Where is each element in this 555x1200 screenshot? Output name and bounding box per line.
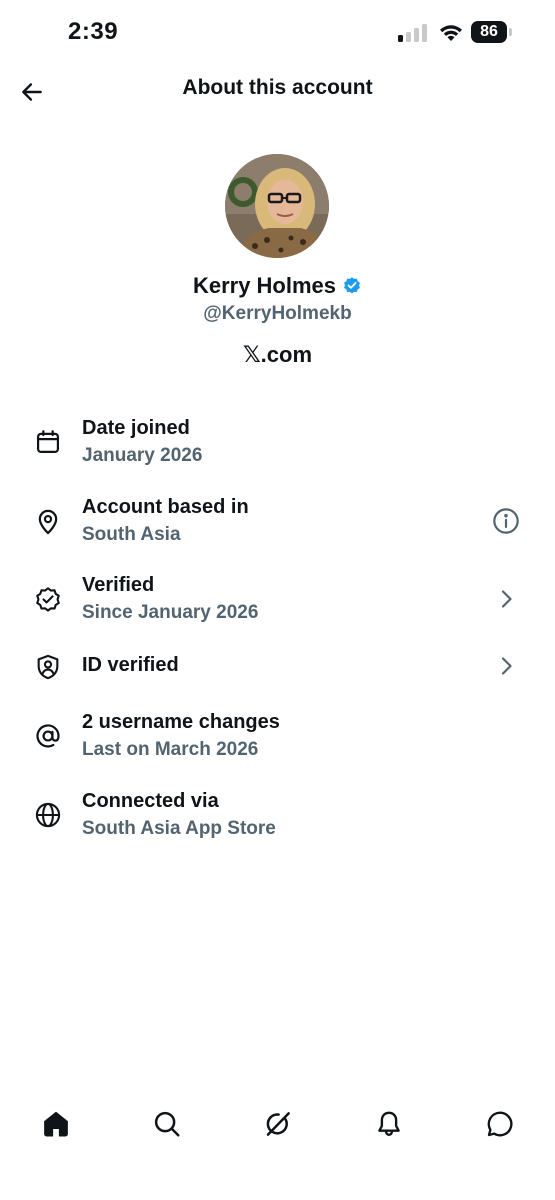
info-subtitle: South Asia App Store bbox=[82, 818, 276, 839]
nav-messages[interactable] bbox=[480, 1104, 520, 1144]
verified-badge-icon bbox=[344, 277, 360, 294]
info-icon[interactable] bbox=[491, 506, 521, 536]
info-title: 2 username changes bbox=[82, 711, 280, 733]
info-subtitle: Last on March 2026 bbox=[82, 739, 259, 760]
profile-name: Kerry Holmes bbox=[192, 273, 337, 298]
messages-icon bbox=[487, 1111, 513, 1137]
chevron-right-icon bbox=[491, 584, 521, 614]
nav-home[interactable] bbox=[36, 1104, 76, 1144]
info-title: Date joined bbox=[82, 417, 190, 439]
profile-handle[interactable]: @KerryHolmekb bbox=[0, 303, 555, 325]
nav-search[interactable] bbox=[147, 1104, 187, 1144]
status-time: 2:39 bbox=[68, 18, 119, 45]
wifi-icon bbox=[437, 21, 465, 48]
page-header: About this account bbox=[0, 66, 555, 116]
battery-level: 86 bbox=[471, 21, 507, 43]
info-subtitle: January 2026 bbox=[82, 445, 203, 466]
info-title: ID verified bbox=[82, 654, 179, 676]
avatar[interactable] bbox=[225, 154, 329, 258]
info-title: Verified bbox=[82, 574, 155, 596]
notifications-icon bbox=[378, 1111, 400, 1136]
profile-site: 𝕏.com bbox=[242, 342, 313, 367]
profile-name-row: Kerry Holmes bbox=[0, 273, 555, 299]
cellular-signal-icon bbox=[398, 24, 427, 42]
info-row-username-changes: 2 username changes Last on March 2026 bbox=[0, 708, 555, 776]
info-title: Account based in bbox=[82, 496, 249, 518]
info-row-id-verified[interactable]: ID verified bbox=[0, 645, 555, 713]
info-row-connected-via: Connected via South Asia App Store bbox=[0, 787, 555, 855]
info-row-verified[interactable]: Verified Since January 2026 bbox=[0, 571, 555, 639]
calendar-icon bbox=[32, 426, 64, 458]
battery-icon: 86 bbox=[471, 21, 512, 43]
nav-notifications[interactable] bbox=[369, 1104, 409, 1144]
info-title: Connected via bbox=[82, 790, 219, 812]
info-row-account-based-in: Account based in South Asia bbox=[0, 493, 555, 561]
page-title: About this account bbox=[182, 76, 373, 99]
status-bar: 2:39 86 bbox=[0, 0, 555, 66]
shield-person-icon bbox=[32, 651, 64, 683]
at-sign-icon bbox=[32, 720, 64, 752]
search-icon bbox=[154, 1111, 180, 1137]
nav-grok[interactable] bbox=[258, 1104, 298, 1144]
info-subtitle: Since January 2026 bbox=[82, 602, 259, 623]
location-pin-icon bbox=[32, 506, 64, 538]
chevron-right-icon bbox=[491, 651, 521, 681]
home-icon bbox=[44, 1111, 68, 1137]
bottom-nav bbox=[0, 1098, 555, 1154]
verified-seal-icon bbox=[32, 584, 64, 616]
grok-icon bbox=[266, 1112, 290, 1136]
globe-icon bbox=[32, 799, 64, 831]
info-row-date-joined: Date joined January 2026 bbox=[0, 414, 555, 482]
info-subtitle: South Asia bbox=[82, 524, 181, 545]
